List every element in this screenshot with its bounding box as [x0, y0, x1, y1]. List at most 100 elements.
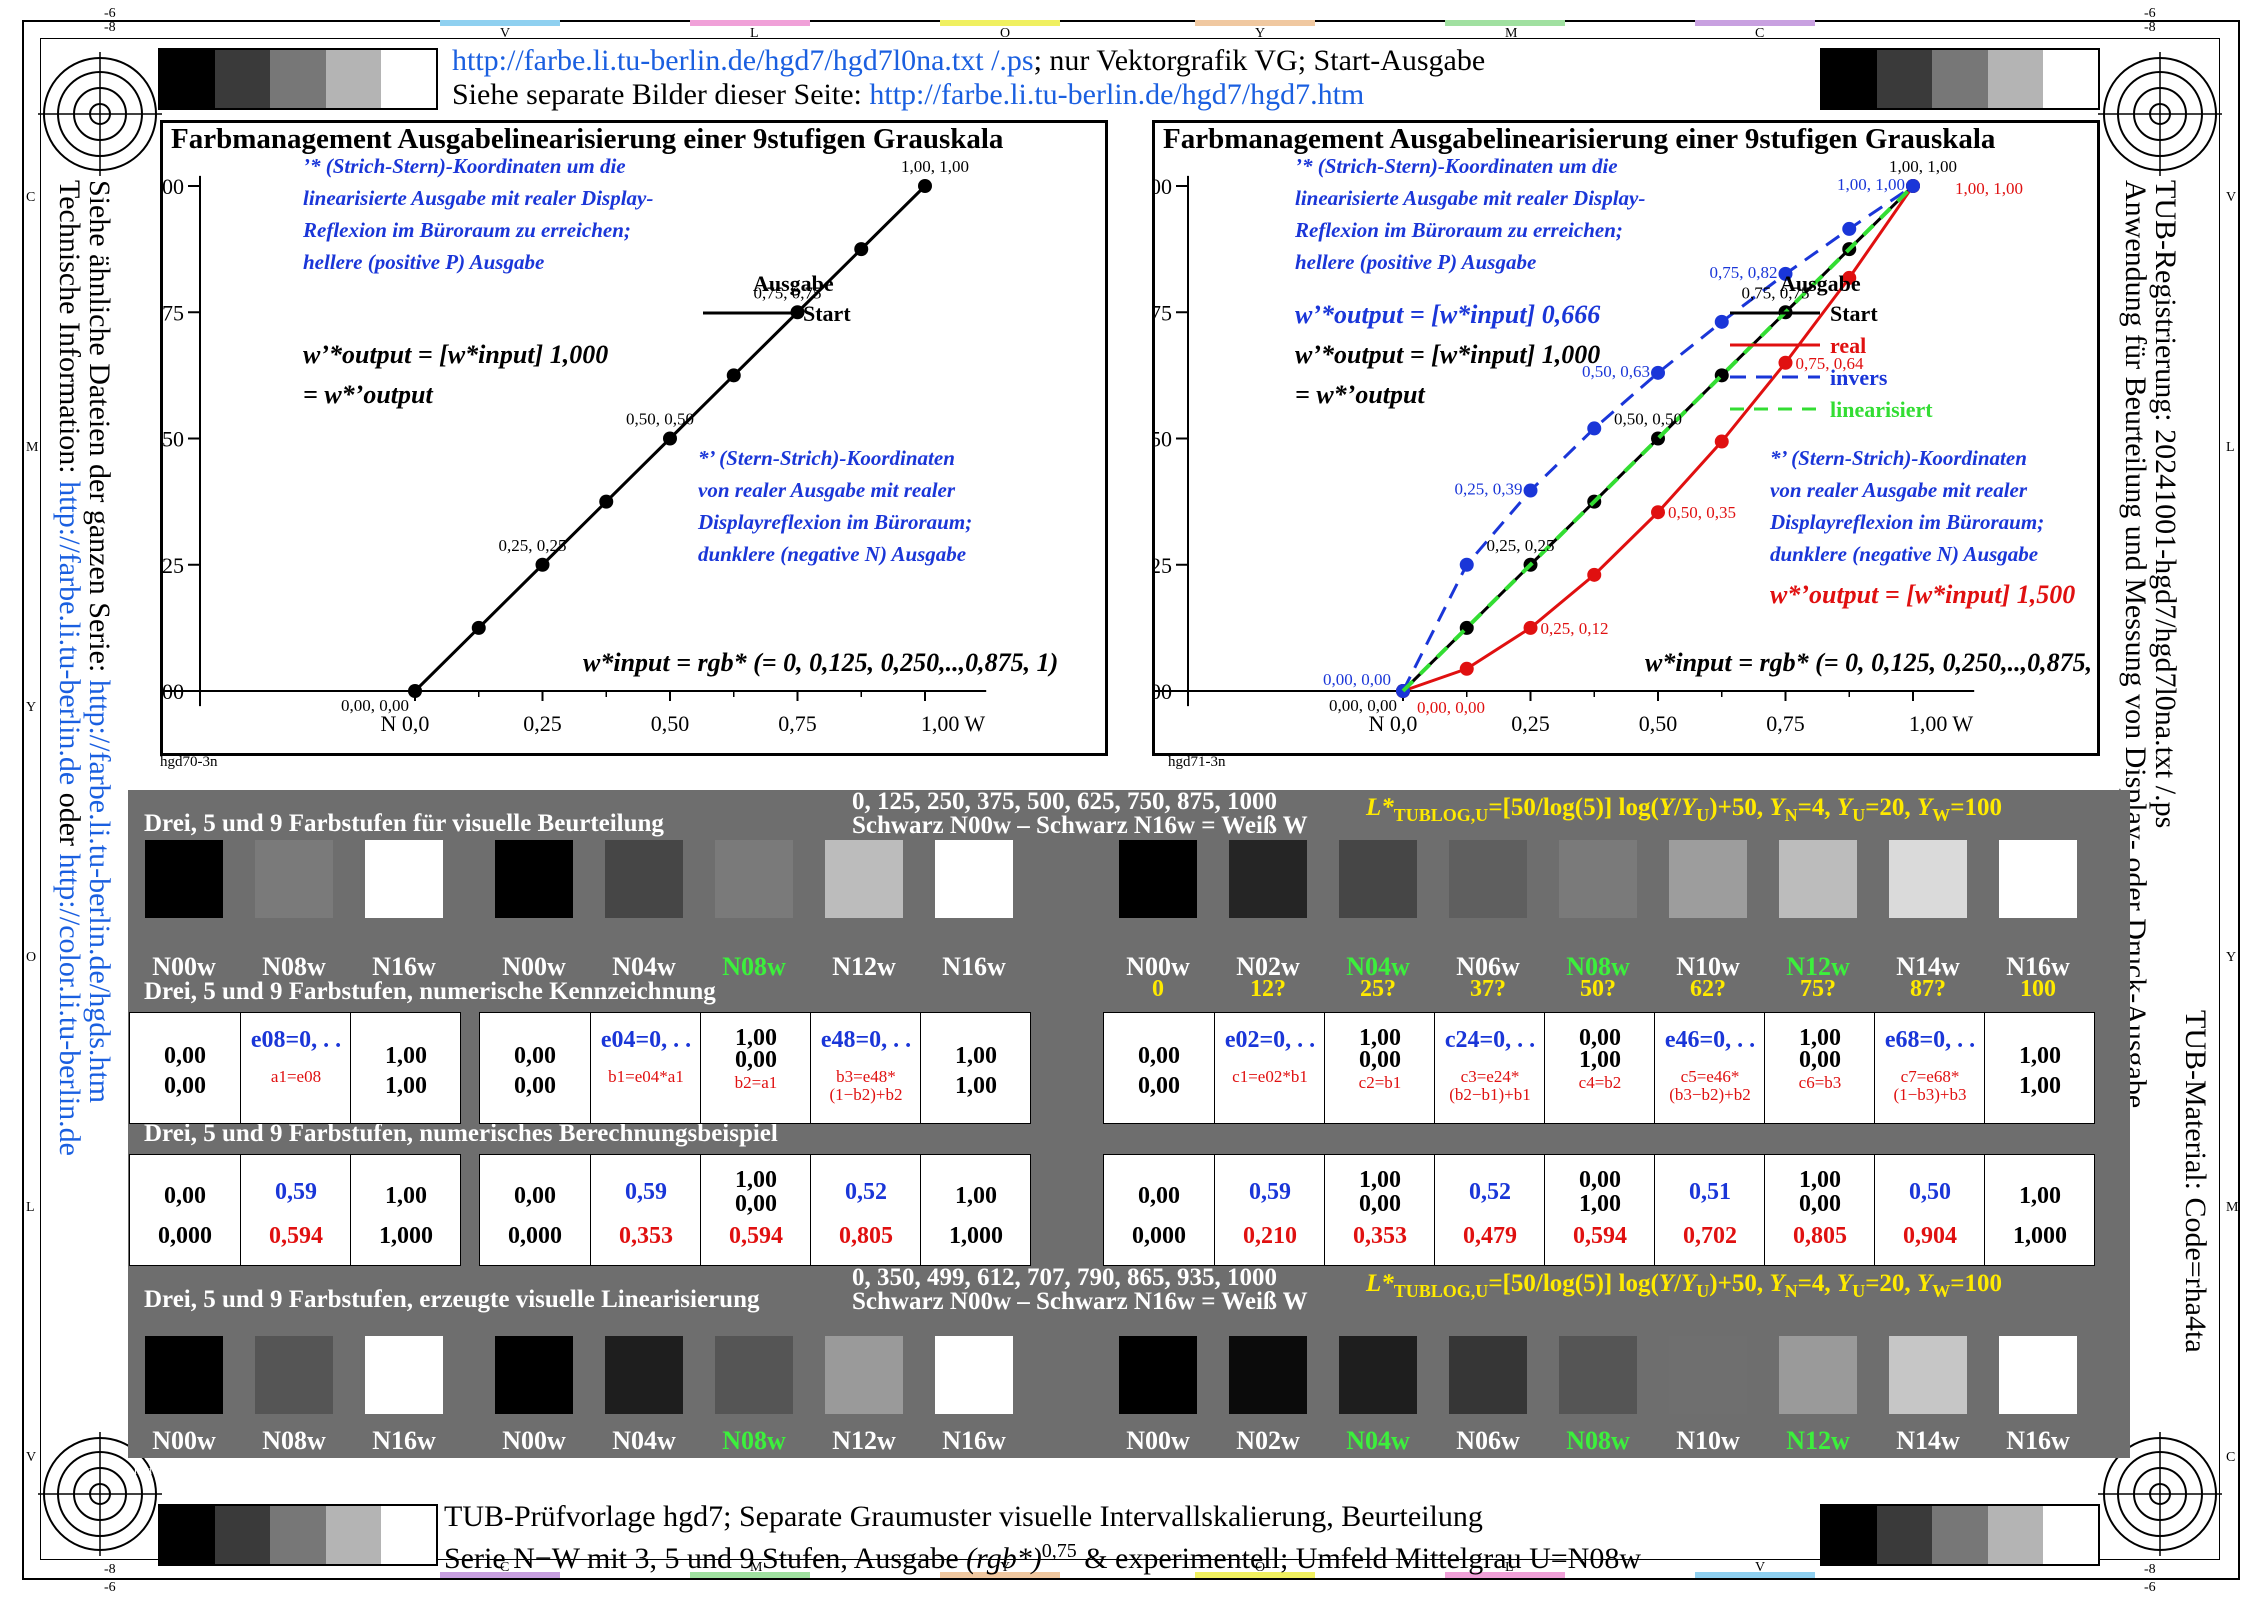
step-code: N16w — [372, 1426, 436, 1455]
legend-label: Start — [1830, 301, 1878, 326]
corner-mark: -8 — [2144, 1562, 2156, 1577]
legend-label: linearisiert — [1830, 397, 1933, 422]
step-code: N00w — [1126, 1426, 1190, 1455]
y-tick-label: 0,50 — [163, 427, 184, 452]
table-cell: 0,00 1,00 c4=b2 — [1544, 1013, 1655, 1123]
input-formula: w*input = rgb* (= 0, 0,125, 0,250,..,0,8… — [583, 648, 1058, 677]
x-tick-label: 0,25 — [1511, 711, 1550, 736]
chart-right: W 1,000,750,500,25N 0,00N 0,00,250,500,7… — [1155, 154, 2097, 736]
data-point-start — [599, 494, 614, 509]
registration-mark-top-left — [38, 52, 162, 176]
step-code: N02w — [1236, 1426, 1300, 1455]
swatch-9-steps — [1779, 840, 1857, 918]
step-number: 62? — [1690, 976, 1726, 1002]
y-tick-label: W 1,00 — [163, 174, 184, 199]
swatch-9-steps — [1119, 840, 1197, 918]
step-number: 100 — [2020, 976, 2056, 1002]
step-code: N12w — [1786, 1426, 1850, 1455]
step-number: 75? — [1800, 976, 1836, 1002]
data-point-start — [918, 179, 932, 193]
header-link-1[interactable]: http://farbe.li.tu-berlin.de/hgd7/hgd7l0… — [452, 44, 1034, 77]
y-tick-label: N 0,00 — [163, 679, 184, 704]
side-link-farbe[interactable]: http://farbe.li.tu-berlin.de — [53, 481, 86, 785]
note-bottom: Displayreflexion im Büroraum; — [697, 510, 972, 534]
table-cell: 0,59 0,594 — [240, 1155, 351, 1265]
step-code: N16w — [2006, 1426, 2070, 1455]
swatch-9-linear — [1669, 1336, 1747, 1414]
table-cell: 1,00 1,000 — [1984, 1155, 2095, 1265]
swatch-3-steps — [145, 840, 223, 918]
swatch-9-linear — [1889, 1336, 1967, 1414]
data-point-start — [471, 620, 486, 635]
chart-left: W 1,000,750,500,25N 0,00N 0,00,250,500,7… — [163, 154, 1058, 736]
margin-mark-top: V — [500, 26, 511, 41]
swatch-5-steps — [605, 840, 683, 918]
note-bottom: *’ (Stern-Strich)-Koordinaten — [698, 446, 955, 470]
color-band — [1445, 20, 1565, 26]
swatch-9-steps — [1999, 840, 2077, 918]
table-ber-3: 0,00 0,000 0,59 0,594 1,00 1,000 — [129, 1154, 461, 1266]
step-code: N16w — [942, 952, 1006, 981]
point-label: 0,25, 0,25 — [1487, 536, 1555, 555]
color-band — [690, 20, 810, 26]
data-point-invers — [1842, 221, 1857, 236]
margin-mark-top: M — [1505, 26, 1518, 41]
point-label-real: 1,00, 1,00 — [1955, 179, 2023, 198]
table-cell: 1,00 0,00 0,353 — [1324, 1155, 1435, 1265]
point-label-invers: 0,25, 0,39 — [1455, 480, 1523, 499]
side-link-color[interactable]: http://color.li.tu-berlin.de — [53, 854, 86, 1156]
color-band — [1195, 20, 1315, 26]
swatch-9-steps — [1669, 840, 1747, 918]
steps-label-top: 0, 125, 250, 375, 500, 625, 750, 875, 10… — [852, 788, 1308, 839]
input-formula: w*input = rgb* (= 0, 0,125, 0,250,..,0,8… — [1645, 648, 2097, 677]
table-cell: 0,59 0,210 — [1214, 1155, 1325, 1265]
x-tick-label: 0,25 — [523, 711, 562, 736]
swatch-9-steps — [1559, 840, 1637, 918]
table-kenn-9: 0,00 0,00 e02=0, . . c1=e02*b1 1,00 0,00 c2=b1… — [1103, 1012, 2095, 1124]
step-code: N16w — [942, 1426, 1006, 1455]
data-point-real — [1459, 661, 1474, 676]
step-number: 12? — [1250, 976, 1286, 1002]
note-top: ’* (Strich-Stern)-Koordinaten um die — [1295, 154, 1618, 178]
point-label: 1,00, 1,00 — [1889, 157, 1957, 176]
swatch-9-linear — [1339, 1336, 1417, 1414]
table-cell: 1,00 0,00 c6=b3 — [1764, 1013, 1875, 1123]
margin-mark-right: L — [2226, 440, 2235, 455]
margin-mark-right: M — [2226, 1200, 2239, 1215]
data-point-invers — [1651, 365, 1665, 380]
color-band — [1695, 20, 1815, 26]
test-pattern-area: Drei, 5 und 9 Farbstufen für visuelle Be… — [128, 788, 2130, 1458]
table-cell: e04=0, . . b1=e04*a1 — [590, 1013, 701, 1123]
data-point-invers — [1523, 483, 1538, 498]
data-point-invers — [1906, 179, 1920, 193]
side-link-hgds[interactable]: http://farbe.li.tu-berlin.de/hgds.htm — [83, 680, 116, 1103]
table-ber-5: 0,00 0,000 0,59 0,353 1,00 0,00 0,594 0,52 0,805… — [479, 1154, 1031, 1266]
table-cell: c24=0, . . c3=e24* (b2−b1)+b1 — [1434, 1013, 1545, 1123]
note-top: Reflexion im Büroraum zu erreichen; — [1294, 218, 1623, 242]
y-tick-label: 0,50 — [1155, 427, 1172, 452]
point-label-invers: 0,00, 0,00 — [1323, 670, 1391, 689]
y-tick-label: N 0,00 — [1155, 679, 1172, 704]
chart-id-left: hgd70-3n — [160, 754, 218, 770]
table-cell: 0,00 0,00 — [514, 1043, 556, 1099]
table-cell: 1,00 0,00 b2=a1 — [700, 1013, 811, 1123]
header-link-2[interactable]: http://farbe.li.tu-berlin.de/hgd7/hgd7.h… — [869, 78, 1364, 111]
step-number: 50? — [1580, 976, 1616, 1002]
point-label: 1,00, 1,00 — [901, 157, 969, 176]
formula-start: w’*output = [w*input] 1,000 — [303, 340, 608, 369]
header-line-1: http://farbe.li.tu-berlin.de/hgd7/hgd7l0… — [452, 44, 1486, 77]
margin-mark-left: O — [26, 950, 37, 965]
margin-mark-left: M — [26, 440, 39, 455]
footer-small-note: hgd70-7n, Prüfmuster: 3, 5 und 9 Farbstu… — [134, 1463, 596, 1477]
table-cell: 0,00 0,00 — [1138, 1043, 1180, 1099]
section-title-linearisierung: Drei, 5 und 9 Farbstufen, erzeugte visue… — [144, 1286, 760, 1313]
step-code: N08w — [262, 1426, 326, 1455]
point-label-invers: 1,00, 1,00 — [1837, 175, 1905, 194]
formula-real: w*’output = [w*input] 1,500 — [1770, 580, 2075, 609]
note-top: ’* (Strich-Stern)-Koordinaten um die — [303, 154, 626, 178]
point-label-real: 0,25, 0,12 — [1541, 619, 1609, 638]
table-cell: 1,00 1,000 — [350, 1155, 461, 1265]
note-bottom: Displayreflexion im Büroraum; — [1769, 510, 2044, 534]
point-label-real: 0,75, 0,64 — [1796, 354, 1865, 373]
table-cell: 1,00 1,000 — [920, 1155, 1031, 1265]
